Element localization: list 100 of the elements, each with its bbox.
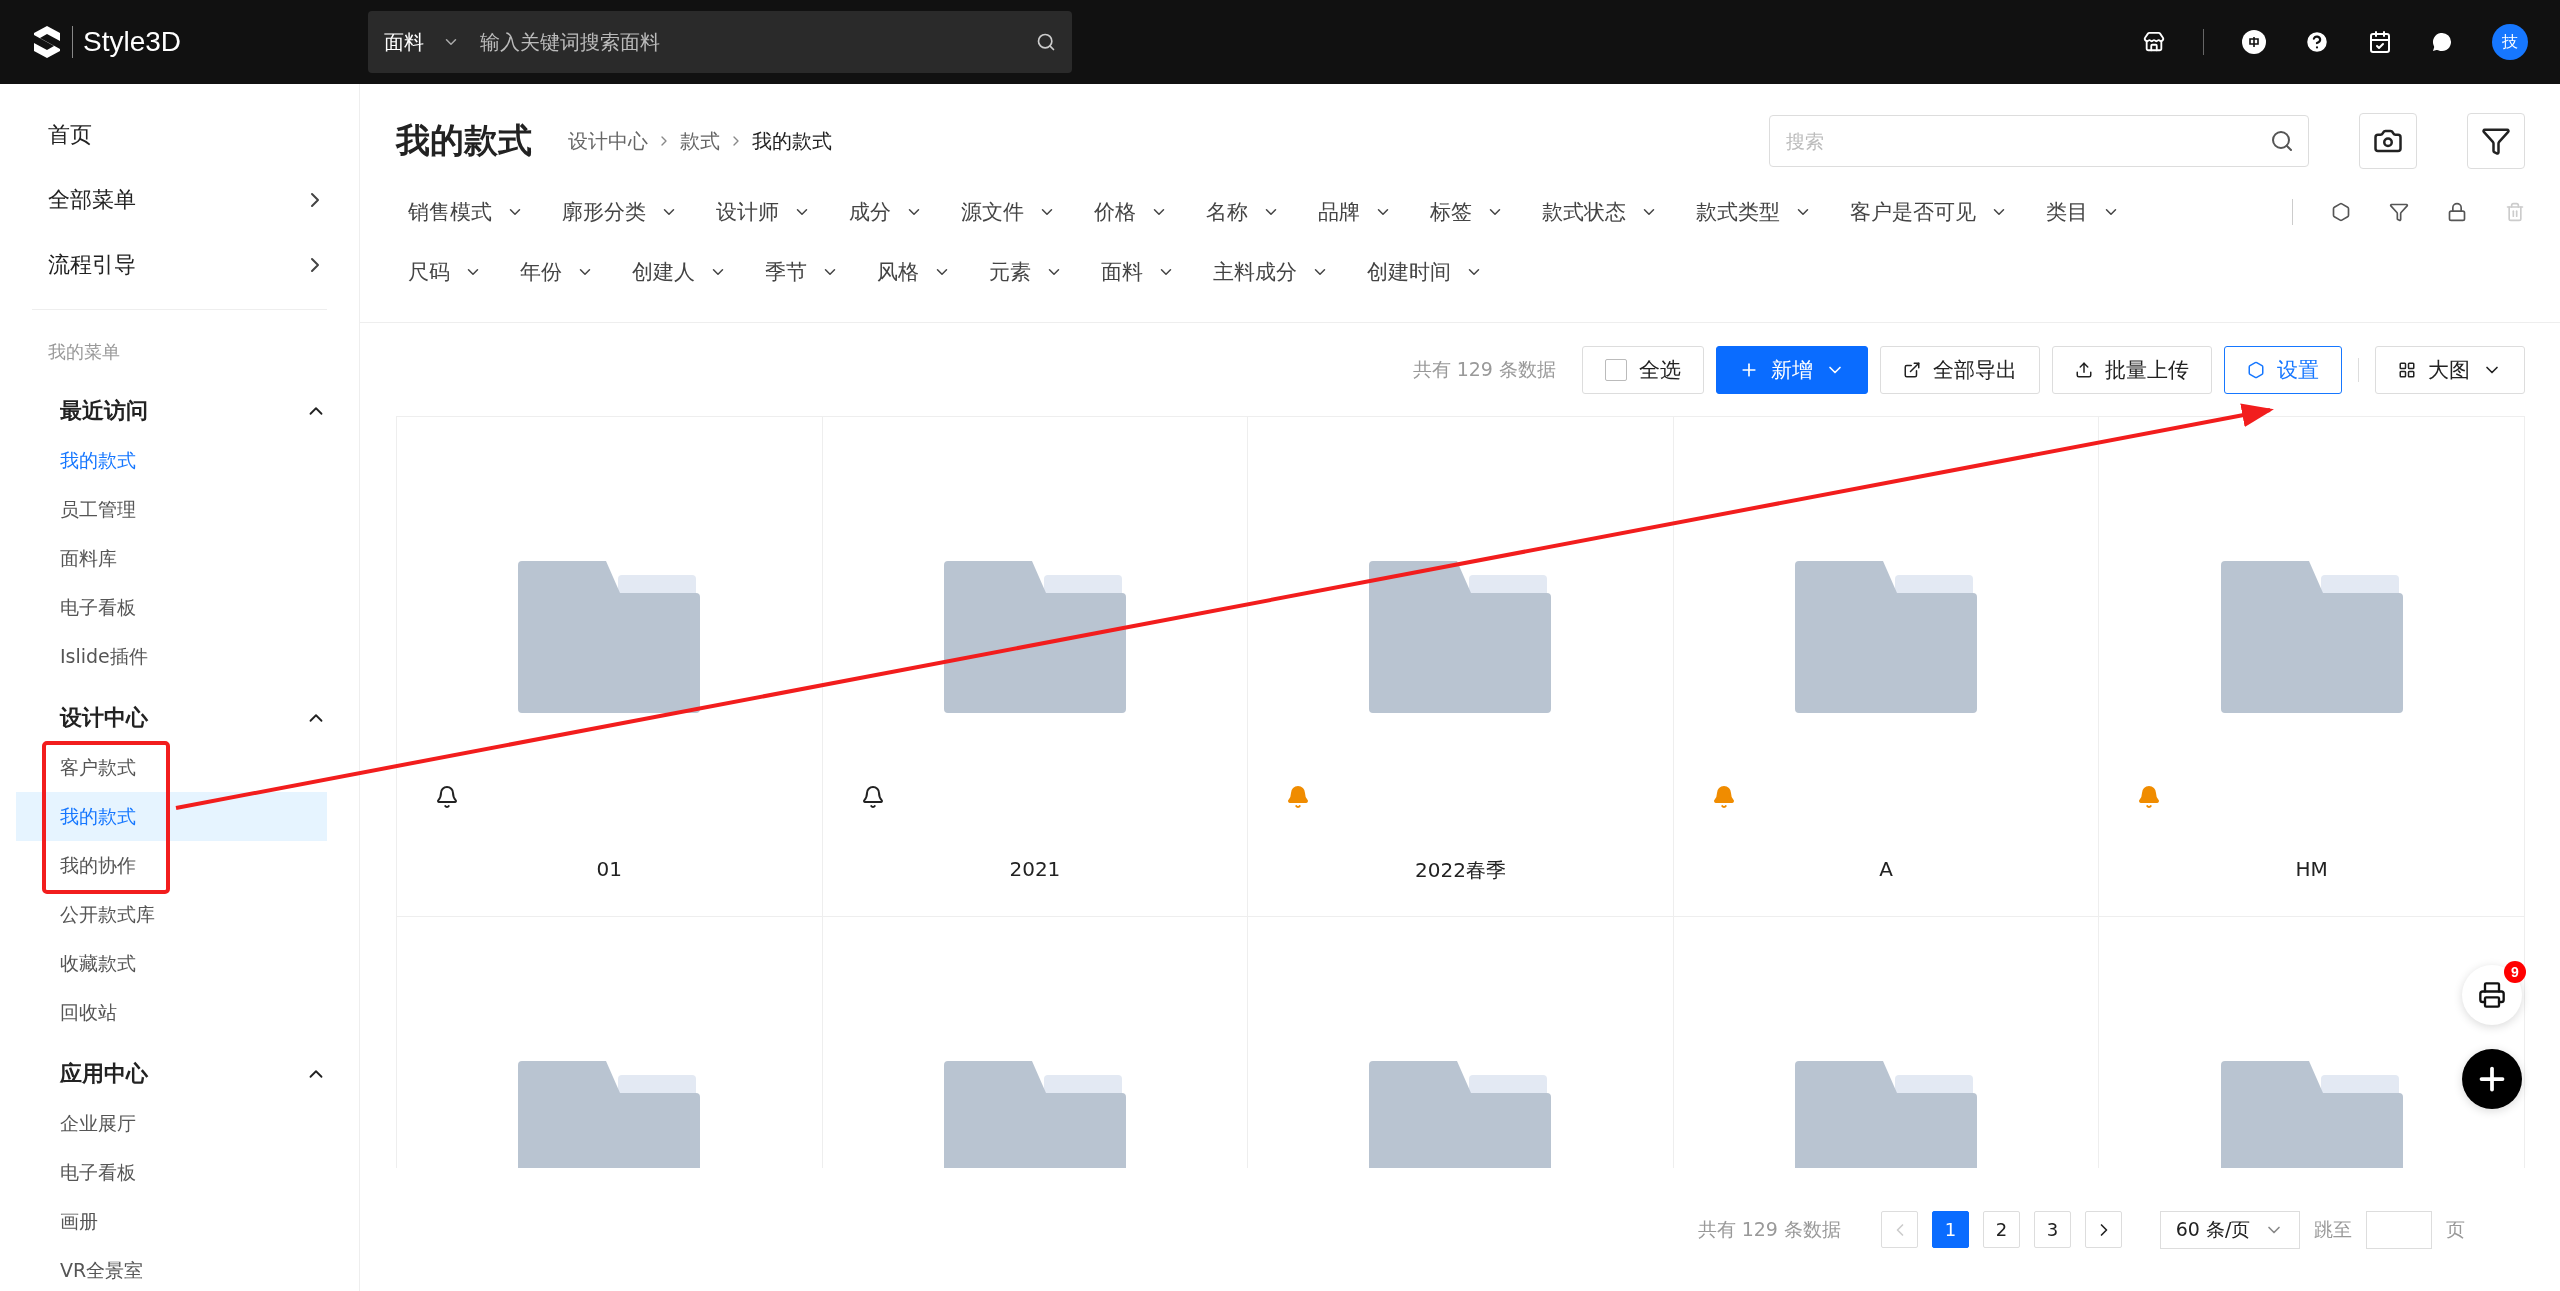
filter-dropdown[interactable]: 标签 bbox=[1430, 198, 1504, 226]
search-field[interactable]: 搜索 bbox=[1769, 115, 2309, 167]
filter-dropdown[interactable]: 主料成分 bbox=[1213, 258, 1329, 286]
folder-icon bbox=[943, 561, 1126, 714]
filter-dropdown[interactable]: 名称 bbox=[1206, 198, 1280, 226]
section-label: 我的菜单 bbox=[47, 340, 121, 364]
search-icon[interactable] bbox=[2270, 129, 2294, 153]
export-button[interactable]: 全部导出 bbox=[1880, 345, 2040, 394]
sidebar-item[interactable]: 企业展厅 bbox=[16, 1099, 327, 1148]
folder-icon bbox=[518, 561, 701, 714]
sidebar-item[interactable]: 电子看板 bbox=[16, 583, 327, 632]
jump-label: 跳至 bbox=[2314, 1216, 2352, 1242]
sidebar-menu-item[interactable]: 全部菜单 bbox=[16, 167, 327, 232]
add-button[interactable] bbox=[2462, 1049, 2522, 1109]
filter-dropdown[interactable]: 款式状态 bbox=[1542, 198, 1658, 226]
folder-card[interactable]: 2022春季 bbox=[1248, 417, 1674, 918]
sidebar-item[interactable]: 回收站 bbox=[16, 988, 327, 1037]
bell-icon[interactable] bbox=[860, 785, 885, 810]
category-select[interactable]: 面料 bbox=[384, 28, 424, 56]
filter-dropdown[interactable]: 价格 bbox=[1094, 198, 1168, 226]
folder-icon bbox=[2220, 1061, 2403, 1169]
settings-icon[interactable] bbox=[2331, 202, 2351, 222]
folder-card[interactable]: A bbox=[1673, 417, 2100, 918]
group-header[interactable]: 最近访问 bbox=[16, 374, 327, 436]
sidebar-menu-item[interactable]: 首页 bbox=[16, 102, 327, 167]
help-icon[interactable] bbox=[2304, 29, 2330, 55]
filter-dropdown[interactable]: 设计师 bbox=[716, 198, 811, 226]
filter-dropdown[interactable]: 年份 bbox=[520, 258, 594, 286]
breadcrumb-link[interactable]: 款式 bbox=[680, 127, 720, 155]
settings-button[interactable]: 设置 bbox=[2224, 345, 2342, 394]
page-input[interactable] bbox=[2366, 1210, 2432, 1249]
folder-name: 2022春季 bbox=[1415, 857, 1506, 885]
upload-button[interactable]: 批量上传 bbox=[2052, 345, 2212, 394]
filter-dropdown[interactable]: 面料 bbox=[1101, 258, 1175, 286]
filter-dropdown[interactable]: 客户是否可见 bbox=[1850, 198, 2008, 226]
filter-dropdown[interactable]: 款式类型 bbox=[1696, 198, 1812, 226]
store-icon[interactable] bbox=[2143, 31, 2165, 53]
sidebar-item[interactable]: 面料库 bbox=[16, 534, 327, 583]
filter-dropdown[interactable]: 创建人 bbox=[632, 258, 727, 286]
filter-dropdown[interactable]: 尺码 bbox=[408, 258, 482, 286]
bell-icon[interactable] bbox=[435, 785, 459, 810]
record-count: 共有 129 条数据 bbox=[1697, 1216, 1841, 1242]
search-field[interactable]: 面料 输入关键词搜索面料 bbox=[368, 11, 1072, 73]
folder-icon bbox=[1369, 1061, 1552, 1169]
folder-icon bbox=[943, 1061, 1126, 1169]
camera-button[interactable] bbox=[2359, 113, 2417, 169]
page-label: 页 bbox=[2446, 1216, 2465, 1242]
filter-icon[interactable] bbox=[2389, 202, 2409, 222]
page-size-select[interactable]: 60 条/页 bbox=[2160, 1210, 2300, 1249]
group-header[interactable]: 设计中心 bbox=[16, 681, 327, 743]
chat-icon[interactable] bbox=[2430, 30, 2454, 54]
filter-button[interactable] bbox=[2467, 113, 2525, 169]
filter-dropdown[interactable]: 源文件 bbox=[961, 198, 1056, 226]
folder-card[interactable]: 01 bbox=[397, 417, 823, 918]
folder-card[interactable]: 2021 bbox=[822, 417, 1249, 918]
sidebar-item[interactable]: Islide插件 bbox=[16, 632, 327, 681]
folder-name: 01 bbox=[596, 857, 622, 882]
page-button[interactable]: 2 bbox=[1983, 1211, 2020, 1249]
sidebar-item[interactable]: 我的款式 bbox=[16, 792, 327, 841]
filter-dropdown[interactable]: 销售模式 bbox=[408, 198, 524, 226]
sidebar-item[interactable]: 我的款式 bbox=[16, 436, 327, 485]
filter-dropdown[interactable]: 成分 bbox=[849, 198, 923, 226]
sidebar-item[interactable]: 收藏款式 bbox=[16, 939, 327, 988]
filter-dropdown[interactable]: 廓形分类 bbox=[562, 198, 678, 226]
search-icon[interactable] bbox=[1036, 32, 1056, 52]
sidebar-item[interactable]: 客户款式 bbox=[16, 743, 327, 792]
settings-icon bbox=[2247, 360, 2265, 379]
page-title: 我的款式 bbox=[396, 119, 532, 162]
sidebar-menu-item[interactable]: 流程引导 bbox=[16, 232, 327, 297]
logo-icon bbox=[32, 25, 62, 59]
filter-dropdown[interactable]: 品牌 bbox=[1318, 198, 1392, 226]
page-button[interactable]: 1 bbox=[1932, 1211, 1969, 1249]
view-mode-button[interactable]: 大图 bbox=[2375, 345, 2525, 394]
count-badge: 9 bbox=[2504, 961, 2526, 983]
sidebar-item[interactable]: 电子看板 bbox=[16, 1148, 327, 1197]
group-header[interactable]: 应用中心 bbox=[16, 1037, 327, 1099]
folder-name: A bbox=[1879, 857, 1893, 882]
filter-dropdown[interactable]: 类目 bbox=[2046, 198, 2120, 226]
calendar-check-icon[interactable] bbox=[2368, 30, 2392, 54]
lock-icon[interactable] bbox=[2447, 202, 2467, 222]
filter-dropdown[interactable]: 元素 bbox=[989, 258, 1063, 286]
sidebar-item[interactable]: 公开款式库 bbox=[16, 890, 327, 939]
folder-icon bbox=[1369, 561, 1552, 714]
record-count: 共有 129 条数据 bbox=[1412, 356, 1556, 382]
sidebar-item[interactable]: VR全景室 bbox=[16, 1246, 327, 1291]
language-icon[interactable] bbox=[2242, 30, 2266, 54]
folder-name: 2021 bbox=[1009, 857, 1061, 882]
folder-card[interactable]: HM bbox=[2099, 417, 2525, 918]
user-avatar[interactable]: 技 bbox=[2492, 24, 2528, 60]
sidebar-item[interactable]: 画册 bbox=[16, 1197, 327, 1246]
select-all-checkbox[interactable]: 全选 bbox=[1582, 345, 1704, 394]
new-button[interactable]: 新增 bbox=[1716, 345, 1868, 394]
filter-dropdown[interactable]: 创建时间 bbox=[1367, 258, 1483, 286]
filter-dropdown[interactable]: 季节 bbox=[765, 258, 839, 286]
folder-icon bbox=[1795, 561, 1978, 714]
page-button[interactable]: 3 bbox=[2034, 1211, 2071, 1249]
filter-dropdown[interactable]: 风格 bbox=[877, 258, 951, 286]
sidebar-item[interactable]: 员工管理 bbox=[16, 485, 327, 534]
breadcrumb-link[interactable]: 设计中心 bbox=[568, 127, 648, 155]
sidebar-item[interactable]: 我的协作 bbox=[16, 841, 327, 890]
